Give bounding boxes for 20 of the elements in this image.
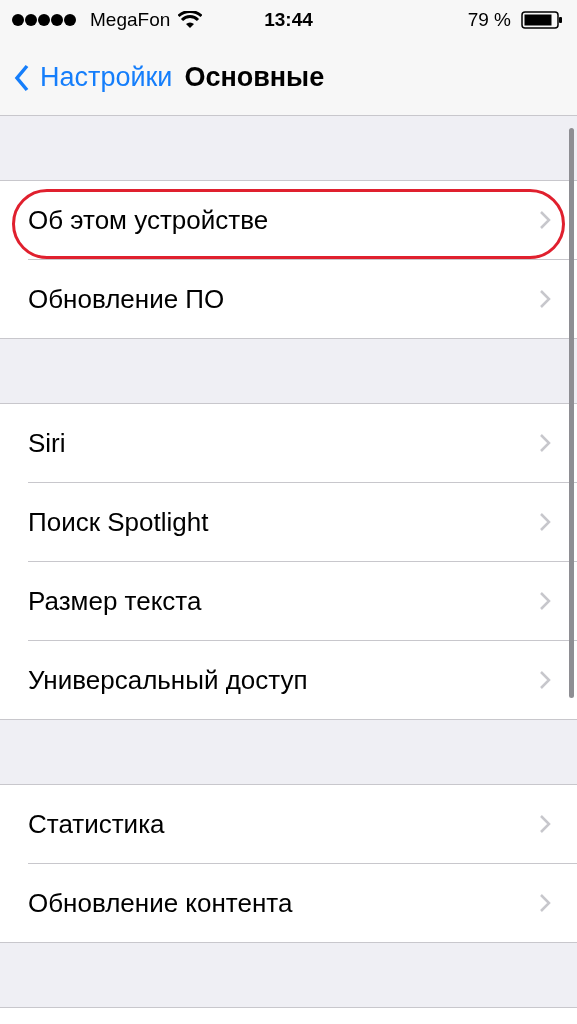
chevron-icon — [539, 512, 551, 532]
settings-row[interactable]: Siri — [0, 404, 577, 482]
settings-row[interactable]: Об этом устройстве — [0, 181, 577, 259]
settings-row[interactable]: Обновление контента — [28, 863, 577, 942]
chevron-icon — [539, 670, 551, 690]
chevron-icon — [539, 591, 551, 611]
carrier-name: MegaFon — [90, 9, 171, 31]
chevron-icon — [539, 210, 551, 230]
back-button[interactable]: Настройки — [14, 62, 173, 93]
battery-percent: 79 % — [467, 9, 511, 31]
chevron-icon — [539, 289, 551, 309]
settings-row[interactable]: Статистика — [0, 785, 577, 863]
page-title: Основные — [184, 62, 325, 93]
chevron-icon — [539, 433, 551, 453]
battery-icon — [521, 11, 563, 29]
status-time: 13:44 — [264, 9, 313, 31]
chevron-icon — [539, 893, 551, 913]
chevron-icon — [539, 814, 551, 834]
back-chevron-icon — [14, 63, 30, 92]
wifi-icon — [178, 11, 203, 29]
